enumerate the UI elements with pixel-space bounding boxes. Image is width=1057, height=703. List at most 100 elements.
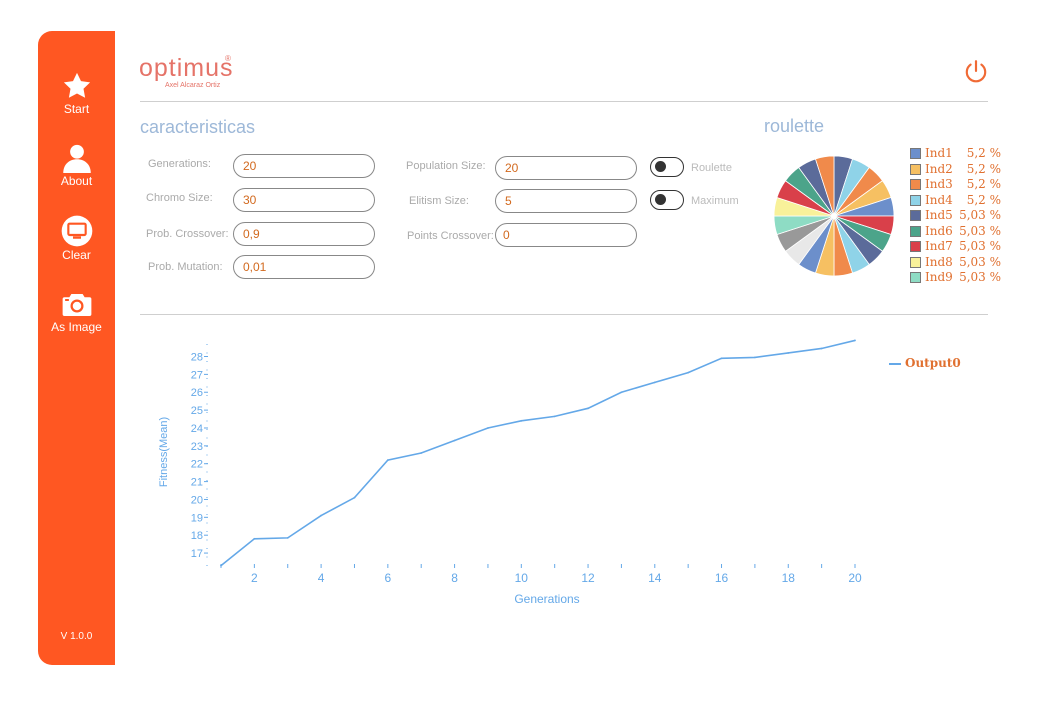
chromo-size-label: Chromo Size:: [146, 192, 213, 204]
data-point: [520, 419, 523, 422]
legend-value: 5,2 %: [966, 192, 1001, 207]
legend-swatch: [910, 210, 921, 221]
legend-name: Ind2: [925, 161, 953, 176]
maximum-toggle-label: Maximum: [691, 195, 739, 207]
x-tick-label: 20: [848, 571, 862, 585]
sidebar-item-label: About: [60, 174, 93, 188]
series-line-output0: [220, 339, 856, 567]
legend-value: 5,2 %: [966, 146, 1001, 160]
data-point: [620, 391, 623, 394]
legend-swatch: [910, 256, 921, 268]
star-icon: [63, 72, 90, 98]
logo: optimus ® Axel Alcaraz Ortiz: [139, 54, 234, 89]
legend-value: 5,03 %: [959, 223, 1001, 238]
y-tick-label: 18: [191, 530, 203, 542]
data-point: [386, 459, 389, 462]
roulette-toggle-label: Roulette: [691, 162, 732, 174]
x-tick-label: 18: [782, 571, 796, 585]
y-tick-label: 28: [191, 352, 203, 364]
y-tick-label: 26: [191, 387, 203, 399]
legend-swatch: [910, 179, 921, 190]
prob-crossover-label: Prob. Crossover:: [146, 228, 229, 240]
sidebar-item-about[interactable]: About: [38, 143, 115, 188]
legend-name: Ind5: [925, 208, 953, 222]
generations-label: Generations:: [148, 158, 211, 170]
legend-swatch: [910, 194, 921, 206]
y-tick-label: 20: [191, 494, 203, 506]
legend-name: Ind6: [925, 223, 953, 238]
y-tick-label: 24: [191, 423, 203, 435]
legend-name: Ind1: [925, 146, 953, 160]
legend-value: 5,03 %: [959, 270, 1001, 284]
fitness-line-chart: 1718192021222324252627282 4 6 8 10 12 14 16 18 20…: [158, 339, 862, 606]
elitism-size-input[interactable]: 5: [495, 189, 637, 213]
camera-icon: [62, 294, 91, 316]
maximum-toggle[interactable]: [650, 190, 684, 210]
user-icon: [62, 144, 91, 173]
legend-swatch: [910, 163, 921, 175]
x-tick-label: 14: [648, 571, 662, 585]
legend-name: Ind7: [925, 239, 953, 253]
legend-value: 5,03 %: [959, 239, 1001, 253]
roulette-pie-chart: [773, 155, 895, 277]
legend-swatch: [910, 225, 921, 237]
section-title-roulette: roulette: [764, 116, 825, 136]
y-tick-label: 17: [191, 548, 203, 560]
legend-name: Ind4: [925, 192, 953, 207]
x-tick-label: 12: [581, 571, 595, 585]
y-tick-label: 22: [191, 459, 203, 471]
data-point: [353, 496, 356, 499]
legend-name: Ind3: [925, 177, 953, 191]
elitism-size-label: Elitism Size:: [409, 195, 469, 207]
x-tick-label: 16: [715, 571, 729, 585]
y-tick-label: 25: [191, 405, 203, 417]
generations-input[interactable]: 20: [233, 154, 375, 178]
data-point: [687, 371, 690, 374]
y-tick-label: 19: [191, 512, 203, 524]
y-tick-label: 21: [191, 477, 203, 489]
data-point: [787, 352, 790, 354]
monitor-icon: [61, 215, 92, 247]
sidebar-item-as-image[interactable]: As Image: [38, 289, 115, 334]
population-size-input[interactable]: 20: [495, 156, 637, 180]
data-point: [487, 427, 489, 429]
chromo-size-input[interactable]: 30: [233, 188, 375, 212]
y-axis-label: Fitness(Mean): [158, 417, 170, 487]
data-point: [720, 357, 723, 360]
x-tick-label: 8: [451, 571, 458, 585]
y-tick-label: 27: [191, 369, 203, 381]
sidebar-item-clear[interactable]: Clear: [38, 215, 115, 262]
roulette-toggle[interactable]: [650, 157, 684, 177]
data-point: [587, 407, 589, 410]
legend-name: Ind9: [925, 270, 953, 284]
section-title-caracteristicas: caracteristicas: [140, 117, 256, 137]
points-crossover-input[interactable]: 0: [495, 223, 637, 247]
x-tick-label: 2: [251, 571, 258, 585]
toggle-knob: [655, 161, 666, 172]
data-point: [420, 452, 423, 454]
divider: [140, 314, 988, 315]
x-axis-label: Generations: [514, 592, 579, 606]
prob-mutation-input[interactable]: 0,01: [233, 255, 375, 279]
version-label: V 1.0.0: [60, 631, 93, 642]
toggle-knob: [655, 194, 666, 205]
sidebar-item-start[interactable]: Start: [38, 71, 115, 116]
sidebar-item-label: As Image: [51, 320, 102, 334]
x-tick-label: 6: [384, 571, 391, 585]
points-crossover-label: Points Crossover:: [407, 230, 494, 242]
legend-value: 5,2 %: [966, 177, 1001, 191]
power-icon[interactable]: [963, 59, 989, 85]
logo-subtitle: Axel Alcaraz Ortiz: [165, 82, 221, 89]
data-point: [820, 347, 823, 350]
series-line-swatch: [889, 362, 901, 365]
legend-swatch: [910, 148, 921, 159]
population-size-label: Population Size:: [406, 160, 486, 172]
data-point: [320, 514, 323, 517]
divider: [140, 101, 988, 102]
sidebar-item-label: Start: [63, 102, 90, 116]
prob-crossover-input[interactable]: 0,9: [233, 222, 375, 246]
legend-swatch: [910, 272, 921, 283]
prob-mutation-label: Prob. Mutation:: [148, 261, 223, 273]
x-tick-label: 10: [515, 571, 529, 585]
data-point: [220, 564, 222, 567]
